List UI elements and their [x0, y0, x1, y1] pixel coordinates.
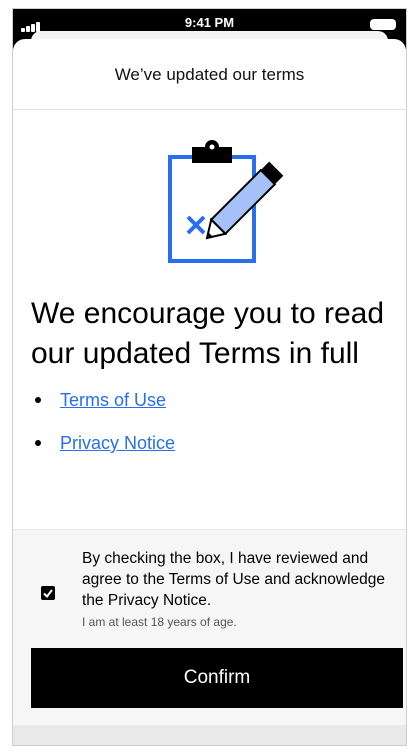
phone-screen: 9:41 PM We’ve updated our terms We encou…	[0, 0, 417, 753]
links-list: Terms of Use Privacy Notice	[35, 389, 175, 475]
consent-footer: By checking the box, I have reviewed and…	[13, 529, 406, 745]
headline: We encourage you to read our updated Ter…	[31, 297, 385, 370]
consent-row: By checking the box, I have reviewed and…	[13, 530, 406, 650]
sheet-header: We’ve updated our terms	[13, 39, 406, 110]
consent-text: By checking the box, I have reviewed and…	[82, 550, 386, 609]
device-frame: 9:41 PM We’ve updated our terms We encou…	[12, 8, 407, 746]
list-item: Privacy Notice	[35, 432, 175, 475]
bullet	[35, 397, 41, 403]
consent-checkbox[interactable]	[41, 586, 55, 600]
clipboard-pencil-icon	[168, 140, 284, 263]
confirm-button[interactable]: Confirm	[31, 648, 403, 708]
age-confirmation-text: I am at least 18 years of age.	[82, 615, 237, 629]
privacy-notice-link[interactable]: Privacy Notice	[60, 433, 175, 453]
battery-icon	[370, 19, 396, 30]
list-item: Terms of Use	[35, 389, 175, 432]
terms-sheet: We’ve updated our terms We encourage you…	[13, 39, 406, 745]
bullet	[35, 440, 41, 446]
sheet-title: We’ve updated our terms	[114, 65, 305, 84]
bottom-strip	[13, 725, 406, 745]
status-time: 9:41 PM	[184, 15, 235, 30]
terms-of-use-link[interactable]: Terms of Use	[60, 390, 166, 410]
